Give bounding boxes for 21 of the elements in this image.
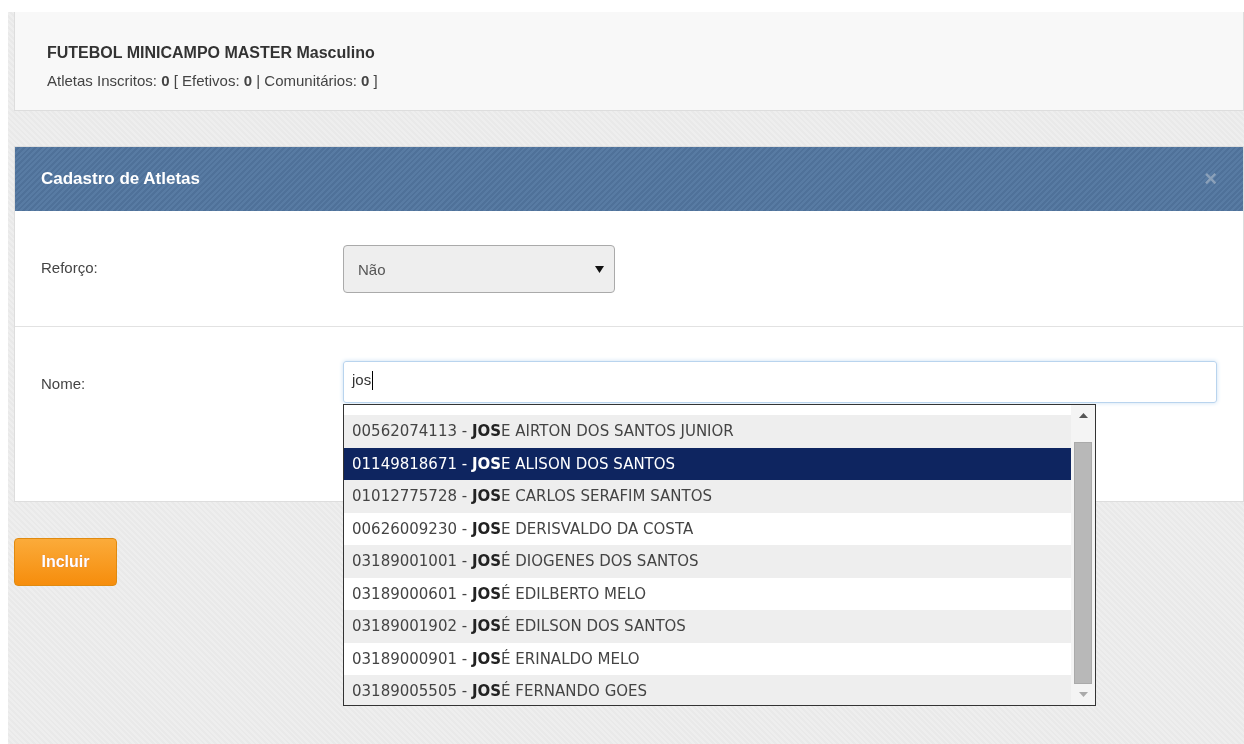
scrollbar-thumb[interactable] (1074, 442, 1092, 684)
scroll-up-icon[interactable] (1078, 413, 1088, 418)
autocomplete-option[interactable]: 01149818671 - JOSE ALISON DOS SANTOS (344, 447, 1071, 480)
scroll-down-icon[interactable] (1078, 692, 1088, 697)
field-label: Reforço: (41, 258, 99, 276)
autocomplete-option[interactable]: 00562074113 - JOSE AIRTON DOS SANTOS JUNIOR (344, 415, 1071, 448)
autocomplete-option[interactable]: 03189000901 - JOSÉ ERINALDO MELO (344, 642, 1071, 675)
athlete-count-summary: Atletas Inscritos: 0 [ Efetivos: 0 | Comunitários: 0 ] (47, 72, 379, 89)
caret-icon (595, 265, 604, 273)
field-label: Nome: (41, 374, 87, 392)
autocomplete-option[interactable]: 01012775728 - JOSE CARLOS SERAFIM SANTOS (344, 480, 1071, 513)
autocomplete-option[interactable]: 00626009230 - JOSE DERISVALDO DA COSTA (344, 512, 1071, 545)
name-input-field[interactable]: jos (343, 361, 1217, 403)
autocomplete-option[interactable]: 03189001001 - JOSÉ DIOGENES DOS SANTOS (344, 545, 1071, 578)
autocomplete-option[interactable]: 03189001902 - JOSÉ EDILSON DOS SANTOS (344, 610, 1071, 643)
autocomplete-option[interactable]: 03189005505 - JOSÉ FERNANDO GOES (344, 675, 1071, 705)
event-title: FUTEBOL MINICAMPO MASTER Masculino (47, 44, 376, 62)
modal-title: Cadastro de Atletas (41, 169, 201, 189)
autocomplete-option[interactable]: 03189000601 - JOSÉ EDILBERTO MELO (344, 577, 1071, 610)
select-field[interactable]: Não (343, 245, 615, 293)
scrollbar[interactable] (1071, 405, 1095, 705)
